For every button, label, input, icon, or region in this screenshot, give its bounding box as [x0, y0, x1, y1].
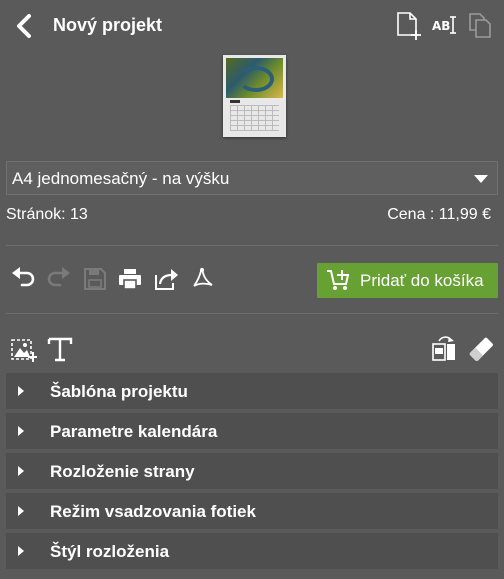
add-to-cart-button[interactable]: Pridať do košíka — [317, 263, 498, 298]
accordion-label: Režim vsadzovania fotiek — [50, 502, 256, 521]
accordion-styl-rozlozenia[interactable]: Štýl rozloženia — [6, 533, 498, 569]
add-image-icon[interactable] — [9, 335, 37, 363]
chevron-down-icon — [474, 175, 488, 183]
share-icon[interactable] — [153, 266, 179, 292]
format-select[interactable]: A4 jednomesačný - na výšku — [6, 161, 498, 195]
pdf-icon[interactable] — [189, 266, 215, 292]
caret-right-icon — [18, 386, 24, 396]
back-arrow-icon[interactable] — [12, 12, 36, 40]
redo-icon[interactable] — [46, 266, 72, 292]
svg-text:AB: AB — [432, 19, 450, 33]
project-thumbnail — [223, 55, 286, 137]
caret-right-icon — [18, 466, 24, 476]
accordion-label: Štýl rozloženia — [50, 542, 170, 561]
accordion-label: Šablóna projektu — [50, 382, 188, 401]
page-count: Stránok: 13 — [6, 206, 88, 223]
eraser-icon[interactable] — [467, 335, 495, 363]
add-text-icon[interactable] — [46, 335, 74, 363]
cart-plus-icon — [327, 270, 350, 290]
print-icon[interactable] — [117, 266, 143, 292]
accordion-rozlozenie-strany[interactable]: Rozloženie strany — [6, 453, 498, 489]
text-field-icon[interactable]: AB — [431, 10, 459, 40]
caret-right-icon — [18, 546, 24, 556]
replace-layout-icon[interactable] — [430, 335, 458, 363]
page-title: Nový projekt — [53, 15, 163, 35]
thumbnail-photo — [226, 58, 283, 98]
divider — [6, 245, 498, 246]
accordion-parametre-kalendara[interactable]: Parametre kalendára — [6, 413, 498, 449]
accordion-label: Parametre kalendára — [50, 422, 218, 441]
app-header: Nový projekt AB — [0, 0, 504, 52]
accordion-rezim-vsadzovania-fotiek[interactable]: Režim vsadzovania fotiek — [6, 493, 498, 529]
price-label: Cena : 11,99 € — [387, 206, 491, 223]
format-select-value: A4 jednomesačný - na výšku — [12, 169, 230, 188]
new-page-icon[interactable] — [395, 10, 423, 40]
caret-right-icon — [18, 506, 24, 516]
accordion-sablona-projektu[interactable]: Šablóna projektu — [6, 373, 498, 409]
caret-right-icon — [18, 426, 24, 436]
accordion-label: Rozloženie strany — [50, 462, 195, 481]
save-icon[interactable] — [82, 266, 108, 292]
undo-icon[interactable] — [10, 266, 36, 292]
add-to-cart-label: Pridať do košíka — [360, 271, 484, 290]
thumbnail-calendar-grid — [230, 105, 279, 131]
duplicate-page-icon[interactable] — [466, 10, 494, 40]
divider — [6, 313, 498, 314]
